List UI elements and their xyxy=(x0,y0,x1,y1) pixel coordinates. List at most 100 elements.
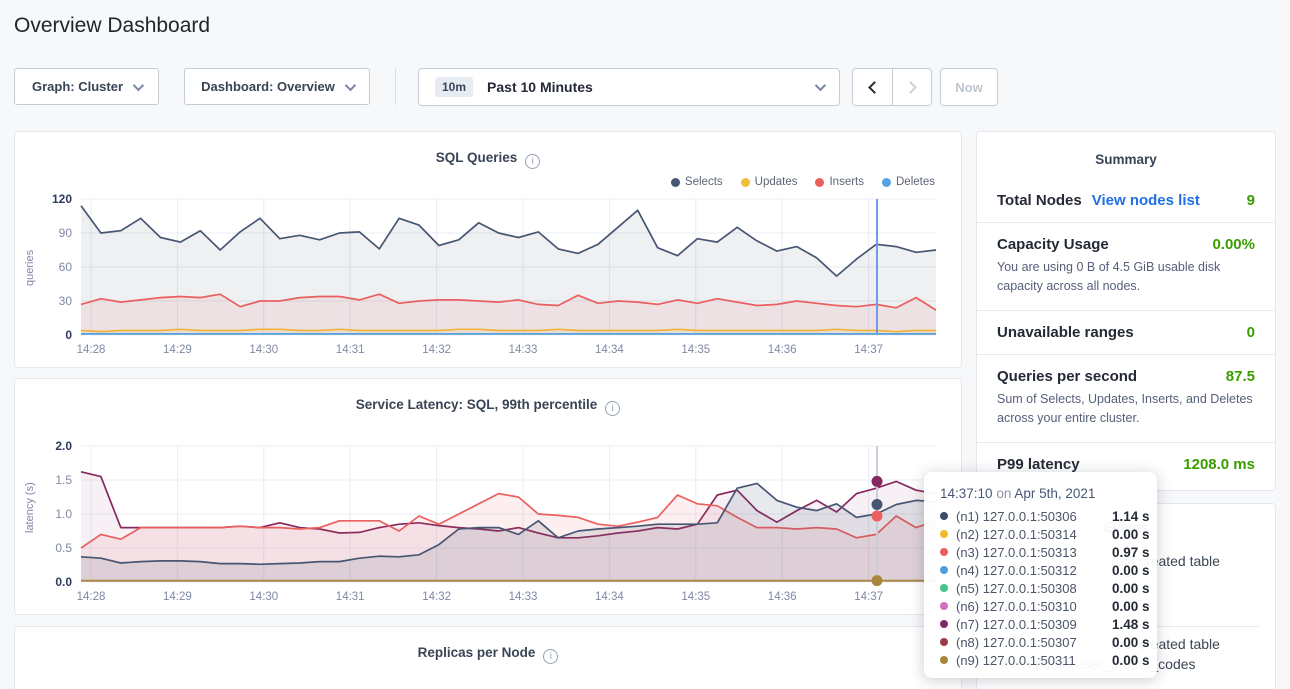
chart-title: SQL Queries i xyxy=(15,150,961,169)
tooltip-node-label: (n4) 127.0.0.1:50312 xyxy=(956,563,1104,578)
chart-plot[interactable]: 14:2814:2914:3014:3114:3214:3314:3414:35… xyxy=(35,439,947,611)
hover-point-dot xyxy=(872,511,883,522)
metric-value: 0 xyxy=(1247,324,1255,341)
tooltip-node-row: (n6) 127.0.0.1:503100.00 s xyxy=(940,597,1157,615)
x-tick-label: 14:30 xyxy=(249,344,278,356)
graph-scope-dropdown[interactable]: Graph: Cluster xyxy=(14,68,159,105)
chart-hover-tooltip: 14:37:10 on Apr 5th, 2021 (n1) 127.0.0.1… xyxy=(924,472,1157,678)
tooltip-node-label: (n5) 127.0.0.1:50308 xyxy=(956,581,1104,596)
tooltip-node-value: 0.97 s xyxy=(1112,545,1150,560)
metric-label: Capacity Usage xyxy=(997,236,1109,253)
chart-title: Replicas per Node i xyxy=(15,645,961,664)
series-dot-icon xyxy=(940,584,948,592)
legend-item[interactable]: Selects xyxy=(671,176,723,188)
legend-item[interactable]: Deletes xyxy=(882,176,935,188)
legend-label: Selects xyxy=(685,176,723,188)
info-icon[interactable]: i xyxy=(543,649,558,664)
service-latency-chart[interactable]: 14:2814:2914:3014:3114:3214:3314:3414:35… xyxy=(35,439,947,611)
summary-rows: Total Nodes View nodes list 9 Capacity Usag… xyxy=(977,179,1275,486)
tooltip-node-value: 0.00 s xyxy=(1112,635,1150,650)
chart-title-text: Replicas per Node xyxy=(418,645,536,660)
x-tick-label: 14:33 xyxy=(509,591,538,603)
tooltip-node-label: (n2) 127.0.0.1:50314 xyxy=(956,527,1104,542)
chevron-down-icon xyxy=(345,79,356,90)
tooltip-node-row: (n4) 127.0.0.1:50312 0.00 s xyxy=(940,561,1157,579)
tooltip-node-row: (n3) 127.0.0.1:50313 0.97 s xyxy=(940,543,1157,561)
tooltip-node-label: (n3) 127.0.0.1:50313 xyxy=(956,545,1104,560)
series-dot-icon xyxy=(815,178,824,187)
tooltip-node-row: (n8) 127.0.0.1:503070.00 s xyxy=(940,633,1157,651)
x-tick-label: 14:30 xyxy=(249,591,278,603)
y-tick-label: 2.0 xyxy=(55,439,72,453)
graph-scope-dropdown-label: Graph: Cluster xyxy=(32,79,123,94)
series-dot-icon xyxy=(940,512,948,520)
view-nodes-list-link[interactable]: View nodes list xyxy=(1092,192,1200,209)
series-dot-icon xyxy=(671,178,680,187)
x-tick-label: 14:33 xyxy=(509,344,538,356)
x-tick-label: 14:29 xyxy=(163,344,192,356)
tooltip-node-value: 0.00 s xyxy=(1112,653,1150,668)
hover-point-dot xyxy=(872,476,883,487)
tooltip-time: 14:37:10 xyxy=(940,486,993,501)
y-tick-label: 60 xyxy=(59,260,73,274)
tooltip-node-row: (n7) 127.0.0.1:503091.48 s xyxy=(940,615,1157,633)
summary-metric-row: Capacity Usage0.00%You are using 0 B of … xyxy=(977,223,1275,311)
metric-value: 87.5 xyxy=(1226,368,1255,385)
time-pager xyxy=(852,68,932,106)
legend-item[interactable]: Inserts xyxy=(815,176,864,188)
time-range-dropdown[interactable]: 10m Past 10 Minutes xyxy=(418,68,840,106)
hover-point-dot xyxy=(872,575,883,586)
series-dot-icon xyxy=(882,178,891,187)
time-range-badge: 10m xyxy=(435,77,473,97)
chevron-down-icon xyxy=(133,79,144,90)
sql-queries-chart[interactable]: 14:2814:2914:3014:3114:3214:3314:3414:35… xyxy=(35,192,947,364)
time-range-label: Past 10 Minutes xyxy=(487,79,801,95)
replicas-per-node-chart-card: Replicas per Node i xyxy=(14,626,962,689)
tooltip-node-value: 0.00 s xyxy=(1112,581,1150,596)
tooltip-node-value: 0.00 s xyxy=(1112,563,1150,578)
info-icon[interactable]: i xyxy=(605,401,620,416)
chart-title-text: SQL Queries xyxy=(436,150,518,165)
y-tick-label: 1.5 xyxy=(55,473,72,487)
summary-panel: Summary Total NodesView nodes list9Capac… xyxy=(976,131,1276,491)
tooltip-node-value: 0.00 s xyxy=(1112,527,1150,542)
tooltip-node-label: (n7) 127.0.0.1:50309 xyxy=(956,617,1104,632)
chart-title-text: Service Latency: SQL, 99th percentile xyxy=(356,397,598,412)
dashboard-dropdown[interactable]: Dashboard: Overview xyxy=(184,68,370,105)
x-tick-label: 14:32 xyxy=(422,591,451,603)
chart-plot[interactable]: 14:2814:2914:3014:3114:3214:3314:3414:35… xyxy=(35,192,947,364)
series-dot-icon xyxy=(940,548,948,556)
tooltip-on-text: on xyxy=(996,486,1011,501)
toolbar-divider xyxy=(395,68,396,105)
summary-metric-row: Queries per second87.5Sum of Selects, Up… xyxy=(977,355,1275,443)
tooltip-date: Apr 5th, 2021 xyxy=(1014,486,1095,501)
now-button[interactable]: Now xyxy=(940,68,998,106)
time-next-button[interactable] xyxy=(892,68,932,106)
service-latency-chart-card: Service Latency: SQL, 99th percentilei l… xyxy=(14,378,962,615)
series-dot-icon xyxy=(940,566,948,574)
x-tick-label: 14:28 xyxy=(77,591,106,603)
metric-label: P99 latency xyxy=(997,456,1080,473)
sql-queries-chart-card: SQL Queries i Selects Updates Inserts Delete… xyxy=(14,131,962,368)
series-dot-icon xyxy=(940,530,948,538)
tooltip-node-label: (n1) 127.0.0.1:50306 xyxy=(956,509,1104,524)
tooltip-node-row: (n9) 127.0.0.1:50311 0.00 s xyxy=(940,651,1157,669)
chevron-down-icon xyxy=(815,80,826,91)
x-tick-label: 14:32 xyxy=(422,344,451,356)
y-tick-label: 120 xyxy=(52,192,72,206)
x-tick-label: 14:34 xyxy=(595,591,624,603)
tooltip-node-label: (n9) 127.0.0.1:50311 xyxy=(956,653,1104,668)
legend-item[interactable]: Updates xyxy=(741,176,798,188)
metric-label: Queries per second xyxy=(997,368,1137,385)
metric-value: 9 xyxy=(1247,192,1255,209)
metric-label: Unavailable ranges xyxy=(997,324,1134,341)
metric-label: Total Nodes xyxy=(997,192,1082,209)
info-icon[interactable]: i xyxy=(525,154,540,169)
x-tick-label: 14:36 xyxy=(768,344,797,356)
time-prev-button[interactable] xyxy=(852,68,892,106)
tooltip-node-value: 0.00 s xyxy=(1112,599,1150,614)
x-tick-label: 14:35 xyxy=(681,591,710,603)
legend-label: Inserts xyxy=(829,176,864,188)
metric-value: 1208.0 ms xyxy=(1183,456,1255,473)
x-tick-label: 14:34 xyxy=(595,344,624,356)
